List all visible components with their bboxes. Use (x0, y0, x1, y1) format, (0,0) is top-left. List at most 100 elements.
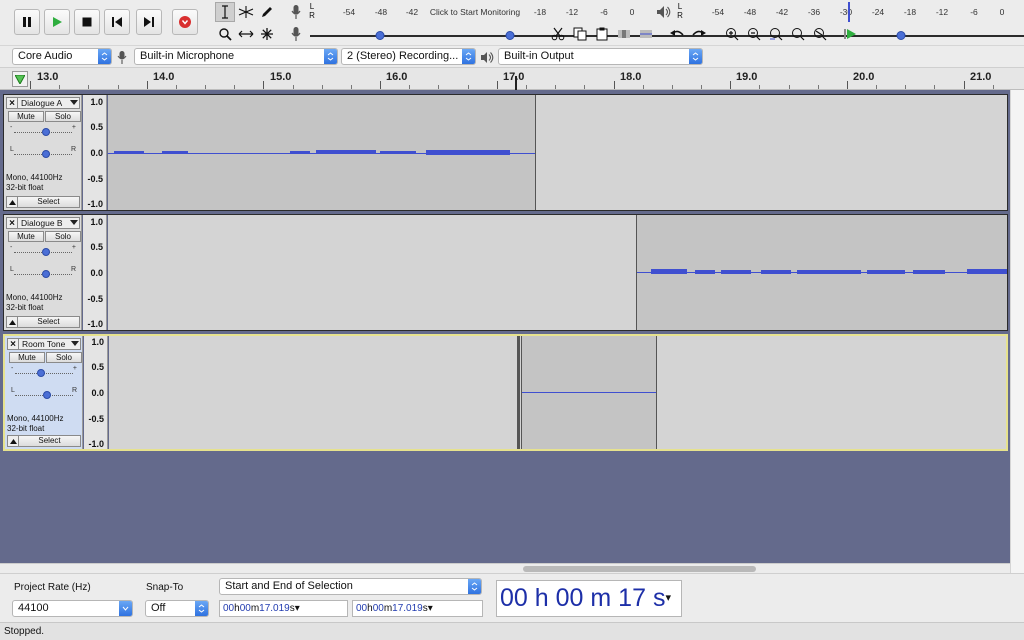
stop-icon (82, 17, 92, 27)
audio-clip[interactable] (636, 215, 1007, 330)
playhead-marker[interactable] (514, 76, 518, 90)
track-menu-chevron-icon[interactable] (70, 220, 78, 225)
select-track-button[interactable]: Select (18, 196, 80, 208)
pan-knob[interactable] (42, 270, 50, 278)
gain-knob[interactable] (37, 369, 45, 377)
select-track-button[interactable]: Select (18, 316, 80, 328)
selection-mode-select[interactable]: Start and End of Selection (219, 578, 482, 595)
track-control-panel[interactable]: × Room Tone Mute Solo - + L R Mono, 4410… (5, 336, 83, 449)
zoom-toggle-button[interactable] (810, 24, 830, 44)
waveform-area[interactable] (108, 215, 1007, 330)
amplitude-scale[interactable]: 1.0 0.5 0.0 -0.5 -1.0 (83, 215, 107, 330)
gain-knob[interactable] (42, 128, 50, 136)
playback-meter-speaker-icon[interactable] (654, 2, 674, 22)
select-track-button[interactable]: Select (19, 435, 81, 447)
stop-button[interactable] (74, 9, 100, 35)
audio-clip[interactable] (108, 95, 536, 210)
record-meter-mic-icon[interactable] (287, 2, 305, 22)
selection-tool[interactable] (215, 2, 235, 22)
audio-host-select[interactable]: Core Audio (12, 48, 112, 65)
time-shift-tool[interactable] (236, 24, 256, 44)
selection-start-time[interactable]: 00h00m17.019s▾ (219, 600, 348, 617)
mute-button[interactable]: Mute (8, 231, 44, 242)
recording-meter[interactable]: -54 -48 -42 Click to Start Monitoring -1… (318, 2, 640, 22)
amplitude-scale[interactable]: 1.0 0.5 0.0 -0.5 -1.0 (84, 336, 108, 449)
zoom-tool[interactable] (215, 24, 235, 44)
copy-button[interactable] (570, 24, 590, 44)
output-volume-slider[interactable] (432, 31, 1024, 41)
track-dialogue-a[interactable]: × Dialogue A Mute Solo - + L R Mono, 441… (3, 94, 1008, 211)
recording-device-select[interactable]: Built-in Microphone (134, 48, 338, 65)
waveform-area[interactable] (108, 95, 1007, 210)
cut-button[interactable] (548, 24, 568, 44)
pan-slider[interactable]: L R (11, 387, 77, 401)
zoom-in-button[interactable] (722, 24, 742, 44)
timeline-ruler[interactable]: 13.0 14.0 15.0 16.0 17.0 18.0 19.0 20.0 … (0, 68, 1024, 90)
solo-button[interactable]: Solo (45, 111, 81, 122)
redo-button[interactable] (689, 24, 709, 44)
fit-project-button[interactable] (788, 24, 808, 44)
selection-end-time[interactable]: 00h00m17.019s▾ (352, 600, 483, 617)
track-control-panel[interactable]: × Dialogue A Mute Solo - + L R Mono, 441… (4, 95, 82, 210)
close-track-button[interactable]: × (6, 97, 18, 109)
playback-device-select[interactable]: Built-in Output (498, 48, 703, 65)
tracks-area[interactable]: × Dialogue A Mute Solo - + L R Mono, 441… (0, 90, 1010, 563)
track-menu-chevron-icon[interactable] (70, 100, 78, 105)
close-track-button[interactable]: × (7, 338, 19, 350)
envelope-tool[interactable] (236, 2, 256, 22)
fit-selection-button[interactable] (766, 24, 786, 44)
playback-meter[interactable]: -54 -48 -42 -36 -30 -24 -18 -12 -6 0 (686, 2, 1010, 22)
output-volume-knob[interactable] (505, 31, 515, 40)
paste-button[interactable] (592, 24, 612, 44)
click-to-start-monitoring[interactable]: Click to Start Monitoring (430, 7, 520, 17)
play-speed-knob[interactable] (896, 31, 906, 40)
pan-slider[interactable]: L R (10, 266, 76, 280)
audio-clip[interactable] (521, 336, 657, 449)
solo-button[interactable]: Solo (46, 352, 82, 363)
pan-slider[interactable]: L R (10, 146, 76, 160)
close-track-button[interactable]: × (6, 217, 18, 229)
gain-slider[interactable]: - + (10, 244, 76, 258)
position-minutes-unit: m (590, 584, 612, 612)
track-room-tone[interactable]: × Room Tone Mute Solo - + L R Mono, 4410… (3, 334, 1008, 451)
skip-to-end-button[interactable] (136, 9, 162, 35)
input-volume-knob[interactable] (375, 31, 385, 40)
trim-button[interactable] (614, 24, 634, 44)
collapse-track-button[interactable] (7, 435, 19, 447)
track-control-panel[interactable]: × Dialogue B Mute Solo - + L R Mono, 441… (4, 215, 82, 330)
pause-button[interactable] (14, 9, 40, 35)
record-button[interactable] (172, 9, 198, 35)
recording-channels-select[interactable]: 2 (Stereo) Recording... (341, 48, 476, 65)
horizontal-scrollbar[interactable] (0, 563, 1010, 573)
silence-button[interactable] (636, 24, 656, 44)
skip-to-start-button[interactable] (104, 9, 130, 35)
mute-button[interactable]: Mute (8, 111, 44, 122)
audio-position-time[interactable]: 00 h 00 m 17 s▾ (496, 580, 682, 617)
mute-button[interactable]: Mute (9, 352, 45, 363)
play-at-speed-button[interactable] (840, 24, 860, 44)
waveform-area[interactable] (109, 336, 1006, 449)
multi-tool[interactable] (257, 24, 277, 44)
pan-knob[interactable] (42, 150, 50, 158)
timeline-options-button[interactable] (12, 71, 28, 87)
track-menu-chevron-icon[interactable] (71, 341, 79, 346)
solo-button[interactable]: Solo (45, 231, 81, 242)
play-button[interactable] (44, 9, 70, 35)
track-dialogue-b[interactable]: × Dialogue B Mute Solo - + L R Mono, 441… (3, 214, 1008, 331)
input-volume-slider[interactable] (310, 31, 1024, 41)
gain-slider[interactable]: - + (11, 365, 77, 379)
gain-knob[interactable] (42, 248, 50, 256)
collapse-track-button[interactable] (6, 196, 18, 208)
play-speed-slider[interactable] (864, 31, 1024, 41)
undo-button[interactable] (667, 24, 687, 44)
amplitude-scale[interactable]: 1.0 0.5 0.0 -0.5 -1.0 (83, 95, 107, 210)
project-rate-select[interactable]: 44100 (12, 600, 133, 617)
pan-knob[interactable] (43, 391, 51, 399)
snap-to-select[interactable]: Off (145, 600, 209, 617)
horizontal-scroll-thumb[interactable] (523, 566, 756, 572)
gain-slider[interactable]: - + (10, 124, 76, 138)
collapse-track-button[interactable] (6, 316, 18, 328)
vertical-scrollbar[interactable] (1010, 90, 1024, 573)
draw-tool[interactable] (257, 2, 277, 22)
zoom-out-button[interactable] (744, 24, 764, 44)
